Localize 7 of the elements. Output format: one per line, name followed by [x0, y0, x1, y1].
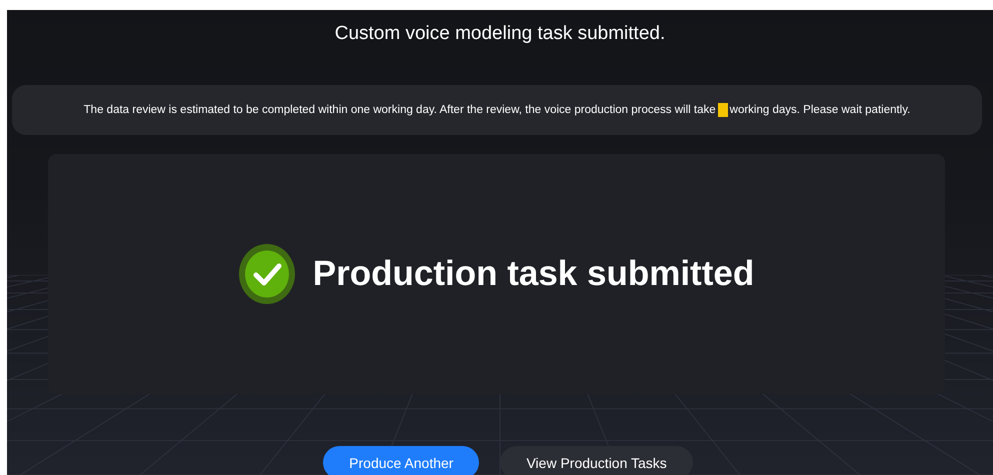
check-circle-icon: [238, 244, 295, 304]
page-title: Custom voice modeling task submitted.: [334, 22, 666, 46]
notice-text: The data review is estimated to be completed within one working day. After the review, the voice production process will take: [84, 104, 716, 116]
status-heading: Production task submitted: [312, 254, 754, 294]
produce-button[interactable]: Produce Another: [323, 446, 480, 475]
view-tasks-button[interactable]: View Production Tasks: [500, 446, 693, 475]
notice-text: working days. Please wait patiently.: [730, 104, 910, 116]
